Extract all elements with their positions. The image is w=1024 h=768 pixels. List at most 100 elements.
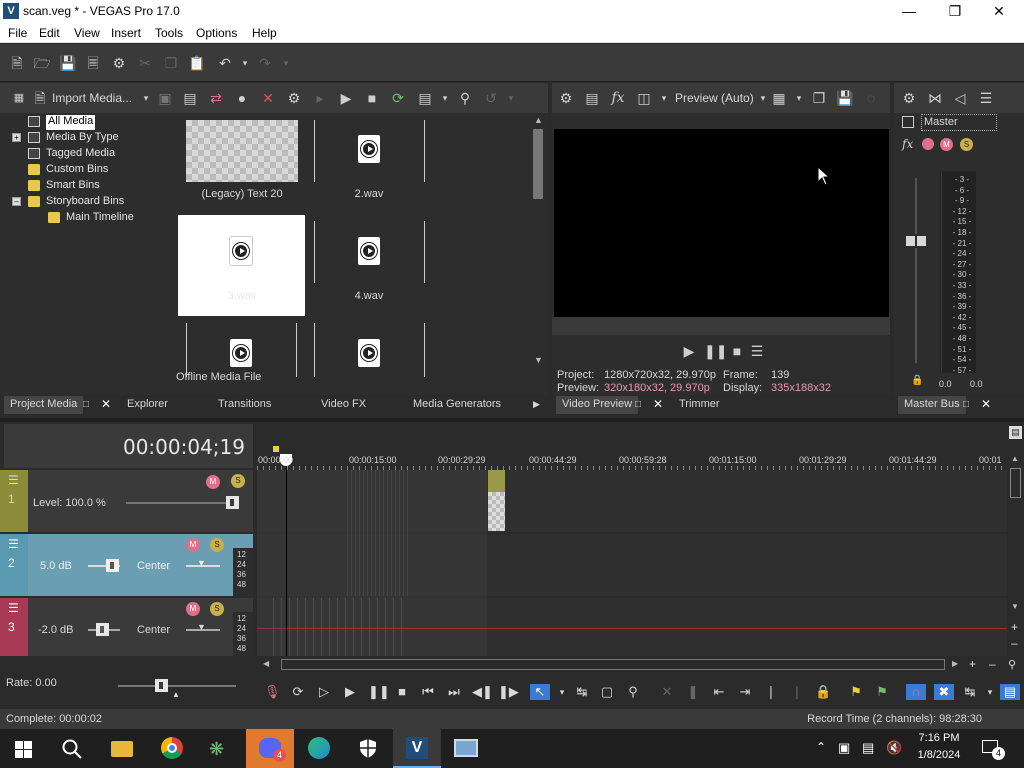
track-2-pan[interactable]: Center (137, 560, 170, 572)
taskbar-app-terminal[interactable] (442, 729, 490, 768)
hscroll-left-icon[interactable]: ◀ (263, 659, 269, 668)
expand-media-by-type-icon[interactable]: + (12, 133, 21, 142)
tray-volume-muted-icon[interactable]: 🔇 (886, 740, 902, 756)
undo-dropdown-icon[interactable]: ▾ (236, 54, 254, 72)
taskbar-chrome[interactable] (148, 729, 196, 768)
audio-file-icon[interactable] (230, 339, 252, 367)
auto-ripple-icon[interactable]: ↹ (962, 684, 978, 700)
rate-slider[interactable] (118, 685, 236, 687)
paste-icon[interactable]: 📋 (188, 54, 206, 72)
master-fader-handle[interactable] (904, 234, 928, 248)
lock-envelopes-icon[interactable]: ▤ (1000, 684, 1020, 700)
trim-start-icon[interactable]: ⇤ (711, 684, 727, 700)
zoom-edit-tool-icon[interactable]: ⚲ (625, 684, 641, 700)
copy-snapshot-icon[interactable]: ❐ (810, 89, 828, 107)
track-header-3[interactable]: ☰ 3 M S -2.0 dB Center ▼ 12 24 36 48 (0, 598, 253, 656)
open-icon[interactable]: 🗁 (33, 54, 51, 72)
delete-icon[interactable]: ✕ (659, 684, 675, 700)
split-screen-icon[interactable]: ◫ (635, 89, 653, 107)
taskbar-edge[interactable] (295, 729, 343, 768)
auto-ripple-dropdown-icon[interactable]: ▾ (982, 684, 998, 700)
split-dropdown-icon[interactable]: ▾ (655, 89, 673, 107)
tray-time[interactable]: 7:16 PM (912, 732, 966, 744)
speaker-icon[interactable]: ◁ (951, 89, 969, 107)
zoom-out-horizontal-icon[interactable]: – (989, 657, 996, 671)
properties-gear-icon[interactable]: ⚙ (110, 54, 128, 72)
start-button[interactable] (0, 729, 48, 768)
collapse-storyboard-bins-icon[interactable]: – (12, 197, 21, 206)
redo-dropdown-icon[interactable]: ▾ (277, 54, 295, 72)
close-button[interactable]: ✕ (976, 0, 1022, 23)
tabs-scroll-right-icon[interactable]: ▶ (533, 396, 540, 414)
track-2-volume-thumb[interactable] (106, 559, 119, 572)
pause-icon[interactable]: ❚❚ (368, 684, 390, 700)
ripple-icon[interactable]: ❘ (789, 684, 805, 700)
selection-tool-icon[interactable]: ▢ (599, 684, 615, 700)
play-from-start-icon[interactable]: ▷ (316, 684, 332, 700)
redo-icon[interactable]: ↷ (256, 54, 274, 72)
trim-end-icon[interactable]: ⇥ (737, 684, 753, 700)
snapping-magnet-icon[interactable]: ∩ (906, 684, 926, 700)
menu-edit[interactable]: Edit (39, 26, 60, 40)
vegas-app-icon[interactable]: V (3, 3, 19, 19)
next-frame-icon[interactable]: ❚▶ (498, 684, 519, 700)
menu-options[interactable]: Options (196, 26, 237, 40)
taskbar-search-button[interactable] (48, 729, 96, 768)
tray-date[interactable]: 1/8/2024 (912, 749, 966, 761)
capture-icon[interactable]: ▣ (156, 89, 174, 107)
tab-trimmer[interactable]: Trimmer (679, 396, 720, 414)
track-3-solo-icon[interactable]: S (210, 602, 224, 616)
track-3-mute-icon[interactable]: M (186, 602, 200, 616)
play-icon[interactable]: ▶ (342, 684, 358, 700)
panel-grip-icon[interactable]: ▦ (10, 89, 28, 107)
go-to-start-icon[interactable]: ⏮ (420, 684, 436, 700)
normal-edit-tool-icon[interactable]: ↖ (530, 684, 550, 700)
track-1-level-thumb[interactable] (226, 496, 239, 509)
track-1-mute-icon[interactable]: M (206, 475, 220, 489)
fader-lock-icon[interactable]: 🔒 (911, 375, 923, 386)
tree-item-tagged-media[interactable]: Tagged Media (46, 147, 115, 162)
track-1-level-slider[interactable] (126, 502, 238, 504)
menu-view[interactable]: View (74, 26, 100, 40)
taskbar-app-discord[interactable]: 4 (246, 729, 294, 768)
envelope-tool-icon[interactable]: ↹ (574, 684, 590, 700)
copy-icon[interactable]: ❐ (162, 54, 180, 72)
menu-insert[interactable]: Insert (111, 26, 141, 40)
track-2-menu-icon[interactable]: ☰ (8, 537, 19, 551)
device-preview-icon[interactable]: ▤ (583, 89, 601, 107)
track-3-volume[interactable]: -2.0 dB (38, 624, 73, 636)
vscroll-thumb[interactable] (1010, 468, 1021, 498)
zoom-in-vertical-icon[interactable]: + (1011, 620, 1018, 634)
tray-network-icon[interactable]: ▣ (838, 740, 850, 756)
tab-transitions[interactable]: Transitions (218, 396, 271, 414)
preview-stop-icon[interactable]: ■ (728, 342, 746, 360)
tab-master-bus-close-icon[interactable]: ✕ (981, 396, 991, 414)
timeline-hscroll[interactable]: ◀ ▶ + – ⚲ (257, 657, 1024, 673)
preview-extra-icon[interactable]: ◌ (862, 89, 880, 107)
track-2-solo-icon[interactable]: S (210, 538, 224, 552)
tree-item-storyboard-bins[interactable]: Storyboard Bins (46, 195, 124, 210)
previous-frame-icon[interactable]: ◀❚ (472, 684, 493, 700)
replace-media-icon[interactable]: ⇄ (207, 89, 225, 107)
tree-item-media-by-type[interactable]: Media By Type (46, 131, 119, 146)
preview-quality-dropdown[interactable]: Preview (Auto) (675, 91, 754, 105)
split-icon[interactable]: ❘ (763, 684, 779, 700)
media-scrollbar[interactable]: ▲ ▼ (530, 113, 546, 369)
tab-master-bus[interactable]: Master Bus (898, 396, 966, 414)
undo-icon[interactable]: ↶ (216, 54, 234, 72)
track-3-pan-thumb[interactable]: ▼ (197, 622, 206, 632)
overlays-grid-icon[interactable]: ▦ (770, 89, 788, 107)
marker-bar[interactable] (257, 424, 1024, 448)
edit-tool-dropdown-icon[interactable]: ▾ (554, 684, 570, 700)
tab-media-generators[interactable]: Media Generators (413, 396, 501, 414)
tab-project-media-close-icon[interactable]: ✕ (101, 396, 111, 414)
import-dropdown-icon[interactable]: ▾ (137, 89, 155, 107)
auto-crossfade-icon[interactable]: ✖ (934, 684, 954, 700)
scroll-up-icon[interactable]: ▲ (534, 115, 543, 125)
refresh-icon[interactable]: ↺ (482, 89, 500, 107)
tab-video-preview-close-icon[interactable]: ✕ (653, 396, 663, 414)
timeline-corner-icon[interactable]: ▤ (1009, 426, 1022, 439)
views-icon[interactable]: ▤ (416, 89, 434, 107)
tag-icon[interactable]: ▸ (311, 89, 329, 107)
hscroll-thumb[interactable] (281, 659, 945, 670)
